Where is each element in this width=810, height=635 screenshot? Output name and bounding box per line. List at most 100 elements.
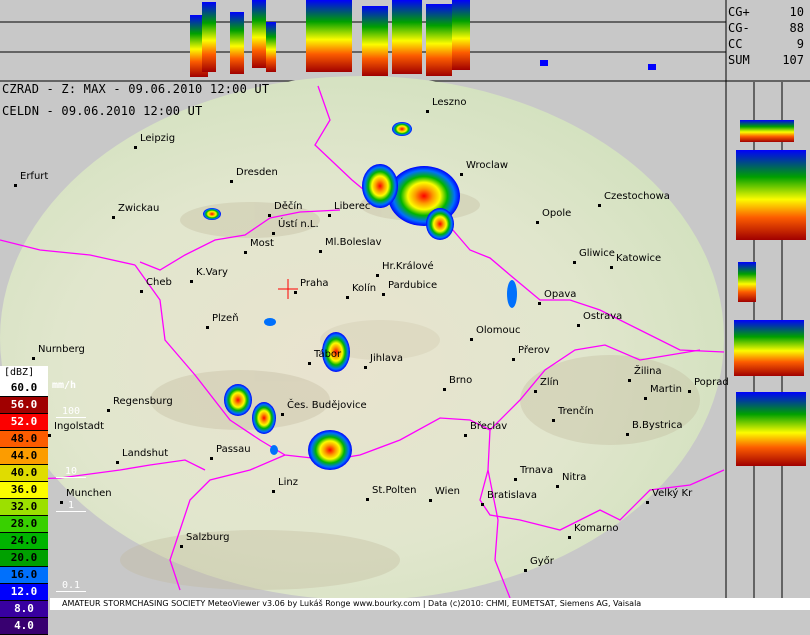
city-label: Nitra <box>562 472 587 483</box>
city-label: Most <box>250 238 274 249</box>
city-label: Bratislava <box>487 490 537 501</box>
city-label: Trenčín <box>558 406 594 417</box>
lightning-stat-cc: CC 9 <box>728 36 808 52</box>
city-dot <box>112 216 115 219</box>
lightning-product-title: CELDN - 09.06.2010 12:00 UT <box>2 104 203 118</box>
city-dot <box>577 324 580 327</box>
legend-step: 40.0 <box>0 465 48 482</box>
city-dot <box>688 390 691 393</box>
city-dot <box>443 388 446 391</box>
rain-rate-label: 0.1 <box>56 580 86 592</box>
rain-rate-label: 1 <box>56 500 86 512</box>
city-label: Ml.Boleslav <box>325 237 382 248</box>
city-dot <box>328 214 331 217</box>
city-label: Trnava <box>520 465 554 476</box>
city-label: Salzburg <box>186 532 230 543</box>
city-label: Opole <box>542 208 572 219</box>
stat-label: CG+ <box>728 5 750 19</box>
city-label: Martin <box>650 384 682 395</box>
rain-rate-label: 100 <box>56 406 86 418</box>
legend-unit: [dBZ] <box>0 366 48 380</box>
city-dot <box>470 338 473 341</box>
city-label: Plzeň <box>212 313 239 324</box>
city-label: Leszno <box>432 97 467 108</box>
city-dot <box>48 434 51 437</box>
city-dot <box>626 433 629 436</box>
city-dot <box>319 250 322 253</box>
city-dot <box>230 180 233 183</box>
legend-step: 12.0 <box>0 584 48 601</box>
lightning-stats: CG+ 10 CG- 88 CC 9 SUM 107 <box>728 4 808 68</box>
city-label: Erfurt <box>20 171 49 182</box>
city-dot <box>514 478 517 481</box>
stat-label: SUM <box>728 53 750 67</box>
city-label: Liberec <box>334 201 371 212</box>
rain-unit: mm/h <box>52 380 77 391</box>
legend-step: 56.0 <box>0 397 48 414</box>
city-label: Gliwice <box>579 248 615 259</box>
city-label: Kolín <box>352 283 377 294</box>
city-label: Komarno <box>574 523 619 534</box>
radar-product-title: CZRAD - Z: MAX - 09.06.2010 12:00 UT <box>2 82 270 96</box>
stat-label: CC <box>728 37 743 51</box>
city-label: Zwickau <box>118 203 160 214</box>
city-dot <box>481 503 484 506</box>
legend-step: 20.0 <box>0 550 48 567</box>
legend-step: 48.0 <box>0 431 48 448</box>
city-label: B.Bystrica <box>632 420 683 431</box>
city-dot <box>346 296 349 299</box>
city-label: Cheb <box>146 277 172 288</box>
city-label: Passau <box>216 444 251 455</box>
city-dot <box>534 390 537 393</box>
city-dot <box>610 266 613 269</box>
city-dot <box>573 261 576 264</box>
city-label: Přerov <box>518 345 550 356</box>
city-label: Opava <box>544 289 577 300</box>
city-dot <box>107 409 110 412</box>
city-label: Nurnberg <box>38 344 85 355</box>
city-dot <box>116 461 119 464</box>
city-dot <box>628 379 631 382</box>
city-label: Čes. Budějovice <box>287 400 367 411</box>
stat-value: 107 <box>782 53 804 67</box>
legend-step: 44.0 <box>0 448 48 465</box>
city-label: Wroclaw <box>466 160 509 171</box>
city-label: Linz <box>278 477 298 488</box>
city-label: Czestochowa <box>604 191 670 202</box>
city-dot <box>512 358 515 361</box>
city-label: Brno <box>449 375 473 386</box>
city-dot <box>180 545 183 548</box>
city-dot <box>644 397 647 400</box>
city-dot <box>460 173 463 176</box>
city-label: Olomouc <box>476 325 521 336</box>
lightning-stat-cgminus: CG- 88 <box>728 20 808 36</box>
city-label: Wien <box>435 486 460 497</box>
lightning-stat-cgplus: CG+ 10 <box>728 4 808 20</box>
city-dot <box>268 214 271 217</box>
city-dot <box>568 536 571 539</box>
city-dot <box>382 293 385 296</box>
city-dot <box>32 357 35 360</box>
city-label: K.Vary <box>196 267 228 278</box>
city-dot <box>538 302 541 305</box>
stat-label: CG- <box>728 21 750 35</box>
city-dot <box>552 419 555 422</box>
city-dot <box>206 326 209 329</box>
city-dot <box>464 434 467 437</box>
city-dot <box>536 221 539 224</box>
city-dot <box>272 232 275 235</box>
city-label: St.Polten <box>372 485 417 496</box>
city-dot <box>556 485 559 488</box>
city-dot <box>646 501 649 504</box>
city-label: Landshut <box>122 448 169 459</box>
city-dot <box>426 110 429 113</box>
lightning-stat-sum: SUM 107 <box>728 52 808 68</box>
legend-step: 32.0 <box>0 499 48 516</box>
top-profile-panel <box>0 0 810 82</box>
legend-step: 52.0 <box>0 414 48 431</box>
city-label: Leipzig <box>140 133 176 144</box>
city-label: Zlín <box>540 377 559 388</box>
city-label: Praha <box>300 278 329 289</box>
city-label: Hr.Králové <box>382 261 434 272</box>
city-label: Regensburg <box>113 396 173 407</box>
